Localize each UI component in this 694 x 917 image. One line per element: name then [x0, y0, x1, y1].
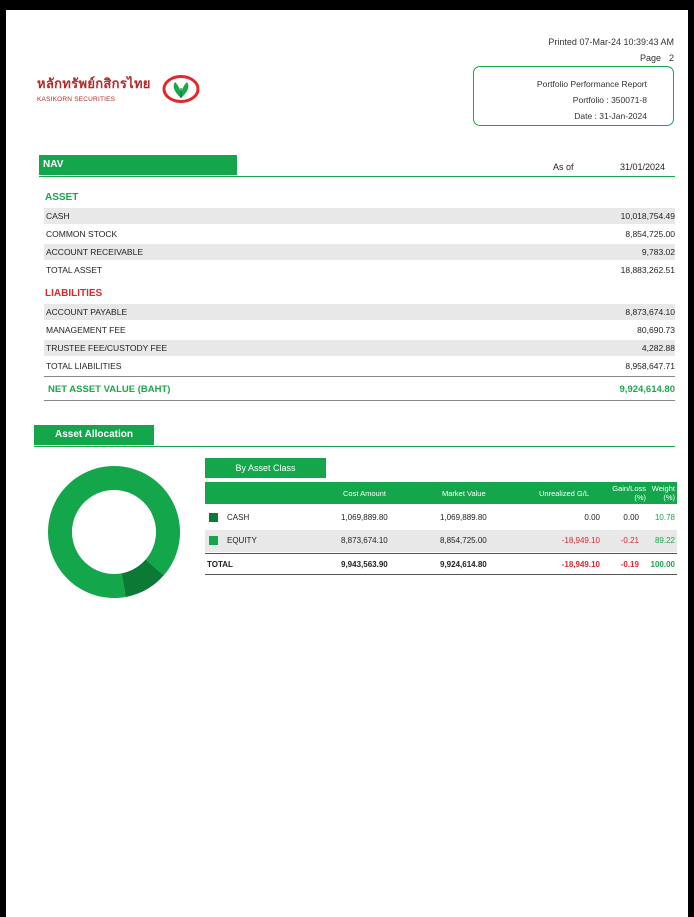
net-asset-value-label: NET ASSET VALUE (BAHT)	[48, 384, 171, 395]
table-total-row: TOTAL 9,943,563.90 9,924,614.80 -18,949.…	[205, 553, 677, 575]
total-asset-row: TOTAL ASSET 18,883,262.51	[46, 265, 675, 275]
net-asset-value: 9,924,614.80	[619, 384, 675, 395]
divider	[39, 176, 675, 177]
logo-english-name: KASIKORN SECURITIES	[37, 96, 116, 103]
col-unrealized: Unrealized G/L	[539, 489, 590, 498]
asset-allocation-header: Asset Allocation	[34, 425, 154, 445]
tab-by-asset-class[interactable]: By Asset Class	[205, 458, 326, 478]
divider	[34, 446, 675, 447]
table-row: EQUITY 8,873,674.10 8,854,725.00 -18,949…	[205, 530, 677, 552]
equity-swatch	[209, 536, 218, 545]
asset-row: ACCOUNT RECEIVABLE 9,783.02	[44, 244, 675, 260]
report-title: Portfolio Performance Report	[536, 79, 647, 89]
nav-section-header: NAV	[39, 155, 237, 175]
as-of-label: As of	[553, 162, 574, 172]
liability-row: TRUSTEE FEE/CUSTODY FEE 4,282.88	[44, 340, 675, 356]
asset-row: CASH 10,018,754.49	[44, 208, 675, 224]
report-page: Printed 07-Mar-24 10:39:43 AM Page 2 หลัก…	[6, 10, 688, 917]
col-market-value: Market Value	[442, 489, 486, 498]
liabilities-title: LIABILITIES	[45, 288, 103, 299]
divider	[44, 400, 675, 401]
allocation-donut-chart	[48, 466, 181, 598]
liability-row: ACCOUNT PAYABLE 8,873,674.10	[44, 304, 675, 320]
report-info-box: Portfolio Performance Report Portfolio :…	[473, 66, 674, 126]
allocation-table-header: Cost Amount Market Value Unrealized G/L …	[205, 482, 677, 504]
kasikorn-leaf-icon	[162, 75, 200, 103]
asset-row: COMMON STOCK 8,854,725.00	[46, 229, 675, 239]
printed-timestamp: Printed 07-Mar-24 10:39:43 AM	[548, 37, 674, 47]
asset-title: ASSET	[45, 192, 79, 203]
table-row: CASH 1,069,889.80 1,069,889.80 0.00 0.00…	[205, 507, 677, 529]
report-date: Date : 31-Jan-2024	[574, 111, 647, 121]
divider	[44, 376, 675, 377]
as-of-date: 31/01/2024	[620, 162, 666, 172]
net-asset-value-row: NET ASSET VALUE (BAHT) 9,924,614.80	[44, 380, 675, 400]
company-logo: หลักทรัพย์กสิกรไทย KASIKORN SECURITIES	[37, 73, 151, 103]
liability-row: MANAGEMENT FEE 80,690.73	[46, 325, 675, 335]
portfolio-number: Portfolio : 350071-8	[572, 95, 647, 105]
total-liabilities-row: TOTAL LIABILITIES 8,958,647.71	[46, 361, 675, 371]
cash-swatch	[209, 513, 218, 522]
col-weight: Weight (%)	[651, 484, 675, 502]
col-cost-amount: Cost Amount	[343, 489, 386, 498]
page-number: Page 2	[639, 53, 674, 63]
col-gain-loss: Gain/Loss (%)	[612, 484, 646, 502]
logo-thai-name: หลักทรัพย์กสิกรไทย	[37, 76, 151, 91]
